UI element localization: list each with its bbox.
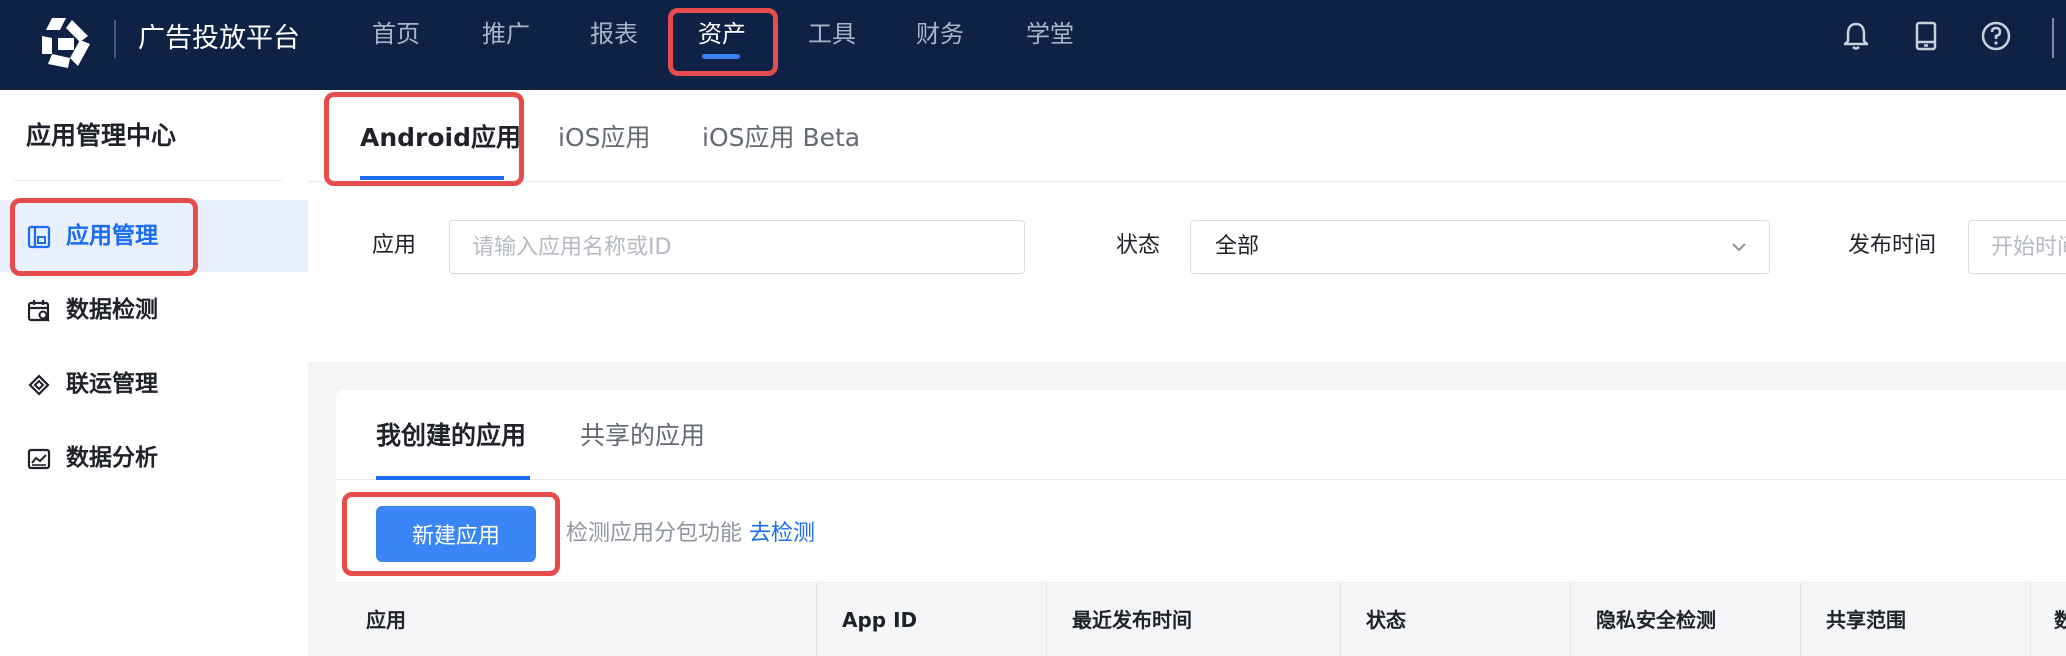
publish-time-label: 发布时间 [1848, 233, 1937, 258]
tab-active-indicator [360, 176, 504, 180]
sidebar: 应用管理中心 应用管理 数据检测 联运管理 数据分析 [0, 90, 308, 656]
status-select[interactable]: 全部 [1190, 220, 1770, 274]
hint-text: 检测应用分包功能 [566, 521, 743, 546]
platform-tabs: Android应用 iOS应用 iOS应用 Beta [308, 90, 2066, 182]
column-header-app-id: App ID [842, 608, 918, 632]
nav-home[interactable]: 首页 [372, 14, 420, 54]
app-manage-icon [27, 225, 51, 249]
sidebar-item-label: 应用管理 [66, 223, 158, 249]
column-header-data: 数 [2054, 608, 2066, 632]
sidebar-item-data-analysis[interactable]: 数据分析 [0, 422, 308, 494]
column-header-status: 状态 [1366, 608, 1406, 632]
main-filter-panel: Android应用 iOS应用 iOS应用 Beta 应用 状态 全部 发布时间 [308, 90, 2066, 362]
ownership-tabs: 我创建的应用 共享的应用 [336, 390, 2066, 480]
chevron-down-icon [1732, 243, 1746, 252]
tablet-icon[interactable] [1908, 18, 1944, 54]
tab-android[interactable]: Android应用 [360, 116, 521, 160]
logo-divider [114, 20, 116, 58]
status-filter-label: 状态 [1116, 233, 1161, 258]
subtab-active-indicator [376, 476, 530, 480]
column-divider [816, 583, 817, 656]
column-divider [1340, 583, 1341, 656]
bell-icon[interactable] [1838, 18, 1874, 54]
sidebar-item-label: 联运管理 [66, 371, 158, 397]
nav-academy[interactable]: 学堂 [1026, 14, 1074, 54]
nav-assets[interactable]: 资产 [698, 14, 746, 54]
top-divider [2052, 18, 2054, 58]
calendar-search-icon [27, 300, 50, 322]
column-divider [1800, 583, 1801, 656]
nav-reports[interactable]: 报表 [590, 14, 638, 54]
column-header-privacy-check: 隐私安全检测 [1596, 608, 1716, 632]
tab-my-apps[interactable]: 我创建的应用 [376, 414, 526, 458]
sidebar-item-data-detection[interactable]: 数据检测 [0, 274, 308, 346]
sidebar-item-label: 数据检测 [66, 297, 158, 323]
column-divider [1046, 583, 1047, 656]
joint-ops-icon [28, 374, 50, 396]
split-check-hint: 检测应用分包功能 去检测 [566, 514, 815, 554]
go-check-link[interactable]: 去检测 [749, 521, 815, 546]
column-divider [1570, 583, 1571, 656]
nav-promotion[interactable]: 推广 [482, 14, 530, 54]
new-app-button[interactable]: 新建应用 [376, 506, 536, 562]
status-select-value: 全部 [1215, 234, 1260, 259]
sidebar-divider [14, 180, 282, 181]
nav-finance[interactable]: 财务 [916, 14, 964, 54]
tab-shared-apps[interactable]: 共享的应用 [580, 414, 705, 458]
sidebar-item-joint-operation[interactable]: 联运管理 [0, 348, 308, 420]
tab-ios-beta[interactable]: iOS应用 Beta [702, 116, 860, 160]
column-header-app: 应用 [366, 608, 406, 632]
top-navbar: 广告投放平台 首页 推广 报表 资产 工具 财务 学堂 [0, 0, 2066, 90]
sidebar-item-app-management[interactable]: 应用管理 [0, 200, 308, 272]
nav-active-indicator [702, 54, 740, 59]
column-divider [2030, 583, 2031, 656]
help-icon[interactable] [1978, 18, 2014, 54]
sidebar-item-label: 数据分析 [66, 445, 158, 471]
brand-name: 广告投放平台 [138, 23, 300, 54]
sidebar-title: 应用管理中心 [26, 121, 177, 150]
chart-icon [27, 448, 51, 470]
app-list-card: 我创建的应用 共享的应用 新建应用 检测应用分包功能 去检测 应用 App ID… [336, 390, 2066, 656]
app-filter-label: 应用 [372, 233, 417, 258]
table-header: 应用 App ID 最近发布时间 状态 隐私安全检测 共享范围 数 [336, 582, 2066, 656]
column-header-last-publish-time: 最近发布时间 [1072, 608, 1192, 632]
nav-tools[interactable]: 工具 [808, 14, 856, 54]
start-date-input[interactable] [1968, 220, 2066, 274]
column-header-share-scope: 共享范围 [1826, 608, 1906, 632]
tab-ios[interactable]: iOS应用 [558, 116, 651, 160]
app-search-input[interactable] [449, 220, 1025, 274]
logo-icon [42, 18, 90, 68]
